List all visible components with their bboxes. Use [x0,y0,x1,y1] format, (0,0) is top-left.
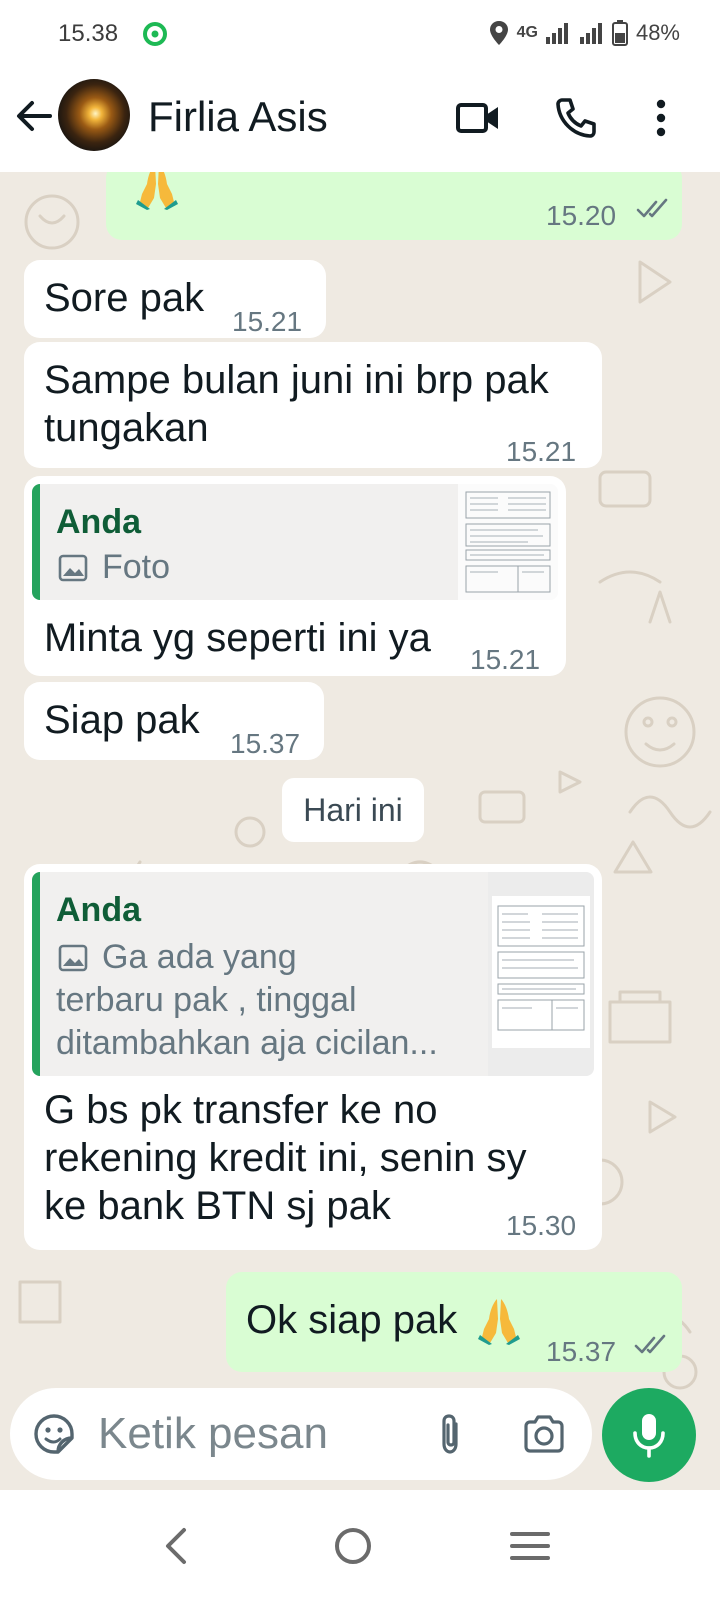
message-time: 15.21 [470,644,541,675]
nav-recents-icon[interactable] [502,1518,558,1574]
read-receipt-icon [634,1334,666,1354]
sticker-emoji-icon[interactable] [32,1412,76,1456]
location-pin-icon [489,21,508,45]
message-outgoing[interactable]: 15.20 [106,172,682,240]
photo-icon [58,944,88,972]
message-outgoing[interactable]: Ok siap pak 15.37 [226,1272,682,1372]
message-text: Ok siap pak [246,1298,458,1342]
quoted-photo-thumbnail [488,872,594,1076]
message-text: Minta yg seperti ini ya [44,616,431,660]
signal-icon-2 [579,23,602,44]
quoted-photo-thumbnail [458,484,558,600]
voice-call-icon[interactable] [552,94,600,142]
quoted-message[interactable]: Anda Foto [32,484,558,600]
more-options-icon[interactable] [637,94,685,142]
folded-hands-emoji-icon [478,1299,520,1345]
read-receipt-icon [636,198,668,218]
message-incoming-reply[interactable]: Anda Foto Minta yg seperti ini ya 15.21 [24,476,566,676]
camera-icon[interactable] [522,1412,566,1456]
quote-text-line: ditambahkan aja cicilan... [56,1024,438,1062]
status-indicators: 4G 48% [489,18,680,48]
message-text-line: G bs pk transfer ke no [44,1088,438,1132]
folded-hands-emoji-icon [136,172,178,210]
photo-icon [58,554,88,582]
message-incoming[interactable]: Siap pak 15.37 [24,682,324,760]
location-app-icon [143,22,167,46]
message-time: 15.37 [230,728,301,759]
status-bar: 15.38 4G 48% [0,0,720,66]
network-type: 4G [516,24,538,41]
chat-header: Firlia Asis [0,66,720,172]
video-call-icon[interactable] [454,94,502,142]
quote-text-line: Ga ada yang [102,938,297,976]
message-time: 15.20 [546,200,617,231]
nav-back-icon[interactable] [148,1518,204,1574]
message-text: Sore pak [44,276,205,320]
quoted-message[interactable]: Anda Ga ada yang terbaru pak , tinggal d… [32,872,594,1076]
message-time: 15.21 [506,436,577,467]
message-text-line: ke bank BTN sj pak [44,1184,391,1228]
message-incoming[interactable]: Sampe bulan juni ini brp pak tungakan 15… [24,342,602,468]
microphone-icon [633,1414,665,1458]
message-text-line: Sampe bulan juni ini brp pak [44,358,549,402]
message-incoming-reply[interactable]: Anda Ga ada yang terbaru pak , tinggal d… [24,864,602,1250]
nav-home-icon[interactable] [325,1518,381,1574]
message-input[interactable] [98,1404,408,1464]
battery-level: 48% [635,20,680,45]
quote-text-line: terbaru pak , tinggal [56,981,357,1019]
system-navigation-bar [0,1490,720,1600]
message-time: 15.37 [546,1336,617,1367]
status-time: 15.38 [58,20,119,47]
quote-accent-bar [32,872,40,1076]
message-text-line: rekening kredit ini, senin sy [44,1136,527,1180]
message-incoming[interactable]: Sore pak 15.21 [24,260,326,338]
quote-accent-bar [32,484,40,600]
chat-area[interactable]: 15.20 Sore pak 15.21 Sampe bulan juni in… [0,172,720,1390]
quote-author: Anda [56,891,141,929]
signal-icon [545,23,568,44]
message-text: Siap pak [44,698,200,742]
back-arrow-icon[interactable] [12,94,56,138]
message-time: 15.30 [506,1210,577,1241]
contact-avatar[interactable] [58,79,130,151]
message-composer[interactable] [10,1388,592,1480]
quote-author: Anda [56,503,141,541]
message-time: 15.21 [232,306,303,337]
message-text-line: tungakan [44,406,209,450]
quote-text: Foto [102,548,171,586]
date-divider: Hari ini [282,778,424,842]
battery-icon [611,20,628,46]
contact-name[interactable]: Firlia Asis [148,93,328,141]
attachment-icon[interactable] [428,1412,472,1456]
voice-message-button[interactable] [602,1388,696,1482]
